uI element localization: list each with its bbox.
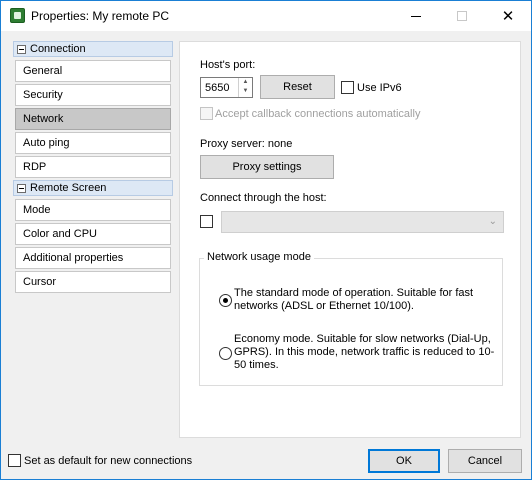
ipv6-label: Use IPv6 <box>357 82 402 94</box>
usage-group-label: Network usage mode <box>204 251 314 263</box>
standard-mode-label: The standard mode of operation. Suitable… <box>234 287 474 312</box>
nav-item-label: RDP <box>23 161 47 173</box>
minimize-icon <box>411 15 421 17</box>
nav-item-network[interactable]: Network <box>15 108 171 130</box>
maximize-icon <box>457 11 467 21</box>
network-usage-group: Network usage mode The standard mode of … <box>199 251 503 386</box>
spinner-arrows[interactable]: ▲ ▼ <box>238 78 252 97</box>
properties-window: Properties: My remote PC ✕ Connection Ge… <box>0 0 532 480</box>
nav-item-auto-ping[interactable]: Auto ping <box>15 132 171 154</box>
nav-group-label: Connection <box>30 43 86 55</box>
close-button[interactable]: ✕ <box>485 1 531 31</box>
nav-item-label: Additional properties <box>23 252 124 264</box>
spin-down-icon[interactable]: ▼ <box>239 87 252 96</box>
nav-item-label: Cursor <box>23 276 57 288</box>
set-default-checkbox[interactable] <box>8 454 21 467</box>
nav-item-color-and-cpu[interactable]: Color and CPU <box>15 223 171 245</box>
port-spinner[interactable]: 5650 ▲ ▼ <box>200 77 253 98</box>
nav-item-cursor[interactable]: Cursor <box>15 271 171 293</box>
maximize-button <box>439 1 485 31</box>
nav-item-label: Security <box>23 89 63 101</box>
window-title: Properties: My remote PC <box>31 9 170 23</box>
collapse-icon[interactable] <box>17 44 26 54</box>
ok-button[interactable]: OK <box>368 449 440 473</box>
cancel-button[interactable]: Cancel <box>448 449 522 473</box>
nav-item-label: Mode <box>23 204 51 216</box>
through-host-label: Connect through the host: <box>200 192 327 204</box>
port-value: 5650 <box>205 82 230 94</box>
nav-group-connection[interactable]: Connection <box>13 41 173 57</box>
set-default-label: Set as default for new connections <box>24 455 193 467</box>
nav-item-label: General <box>23 65 63 77</box>
callback-label: Accept callback connections automaticall… <box>215 108 421 120</box>
nav-item-security[interactable]: Security <box>15 84 171 106</box>
ipv6-checkbox[interactable] <box>341 81 354 94</box>
close-icon: ✕ <box>501 7 515 25</box>
nav-item-label: Color and CPU <box>23 228 97 240</box>
through-host-checkbox[interactable] <box>200 215 213 228</box>
economy-mode-radio[interactable] <box>219 347 232 360</box>
chevron-down-icon: ⌄ <box>488 216 497 227</box>
spin-up-icon[interactable]: ▲ <box>239 78 252 87</box>
nav-item-label: Auto ping <box>23 137 70 149</box>
proxy-status: Proxy server: none <box>200 138 293 150</box>
nav-item-additional-properties[interactable]: Additional properties <box>15 247 171 269</box>
app-icon <box>10 8 25 23</box>
port-label: Host's port: <box>200 59 256 71</box>
proxy-settings-button[interactable]: Proxy settings <box>200 155 334 179</box>
nav-item-mode[interactable]: Mode <box>15 199 171 221</box>
title-bar: Properties: My remote PC ✕ <box>1 1 531 31</box>
nav-item-rdp[interactable]: RDP <box>15 156 171 178</box>
reset-button[interactable]: Reset <box>260 75 335 99</box>
nav-item-general[interactable]: General <box>15 60 171 82</box>
nav-group-label: Remote Screen <box>30 182 107 194</box>
nav-group-remote-screen[interactable]: Remote Screen <box>13 180 173 196</box>
standard-mode-radio[interactable] <box>219 294 232 307</box>
minimize-button[interactable] <box>393 1 439 31</box>
collapse-icon[interactable] <box>17 183 26 193</box>
network-settings-panel: Host's port: 5650 ▲ ▼ Reset Use IPv6 Acc… <box>179 41 521 438</box>
callback-checkbox <box>200 107 213 120</box>
economy-mode-label: Economy mode. Suitable for slow networks… <box>234 333 495 371</box>
nav-item-label: Network <box>23 113 64 125</box>
host-select: ⌄ <box>221 211 504 233</box>
